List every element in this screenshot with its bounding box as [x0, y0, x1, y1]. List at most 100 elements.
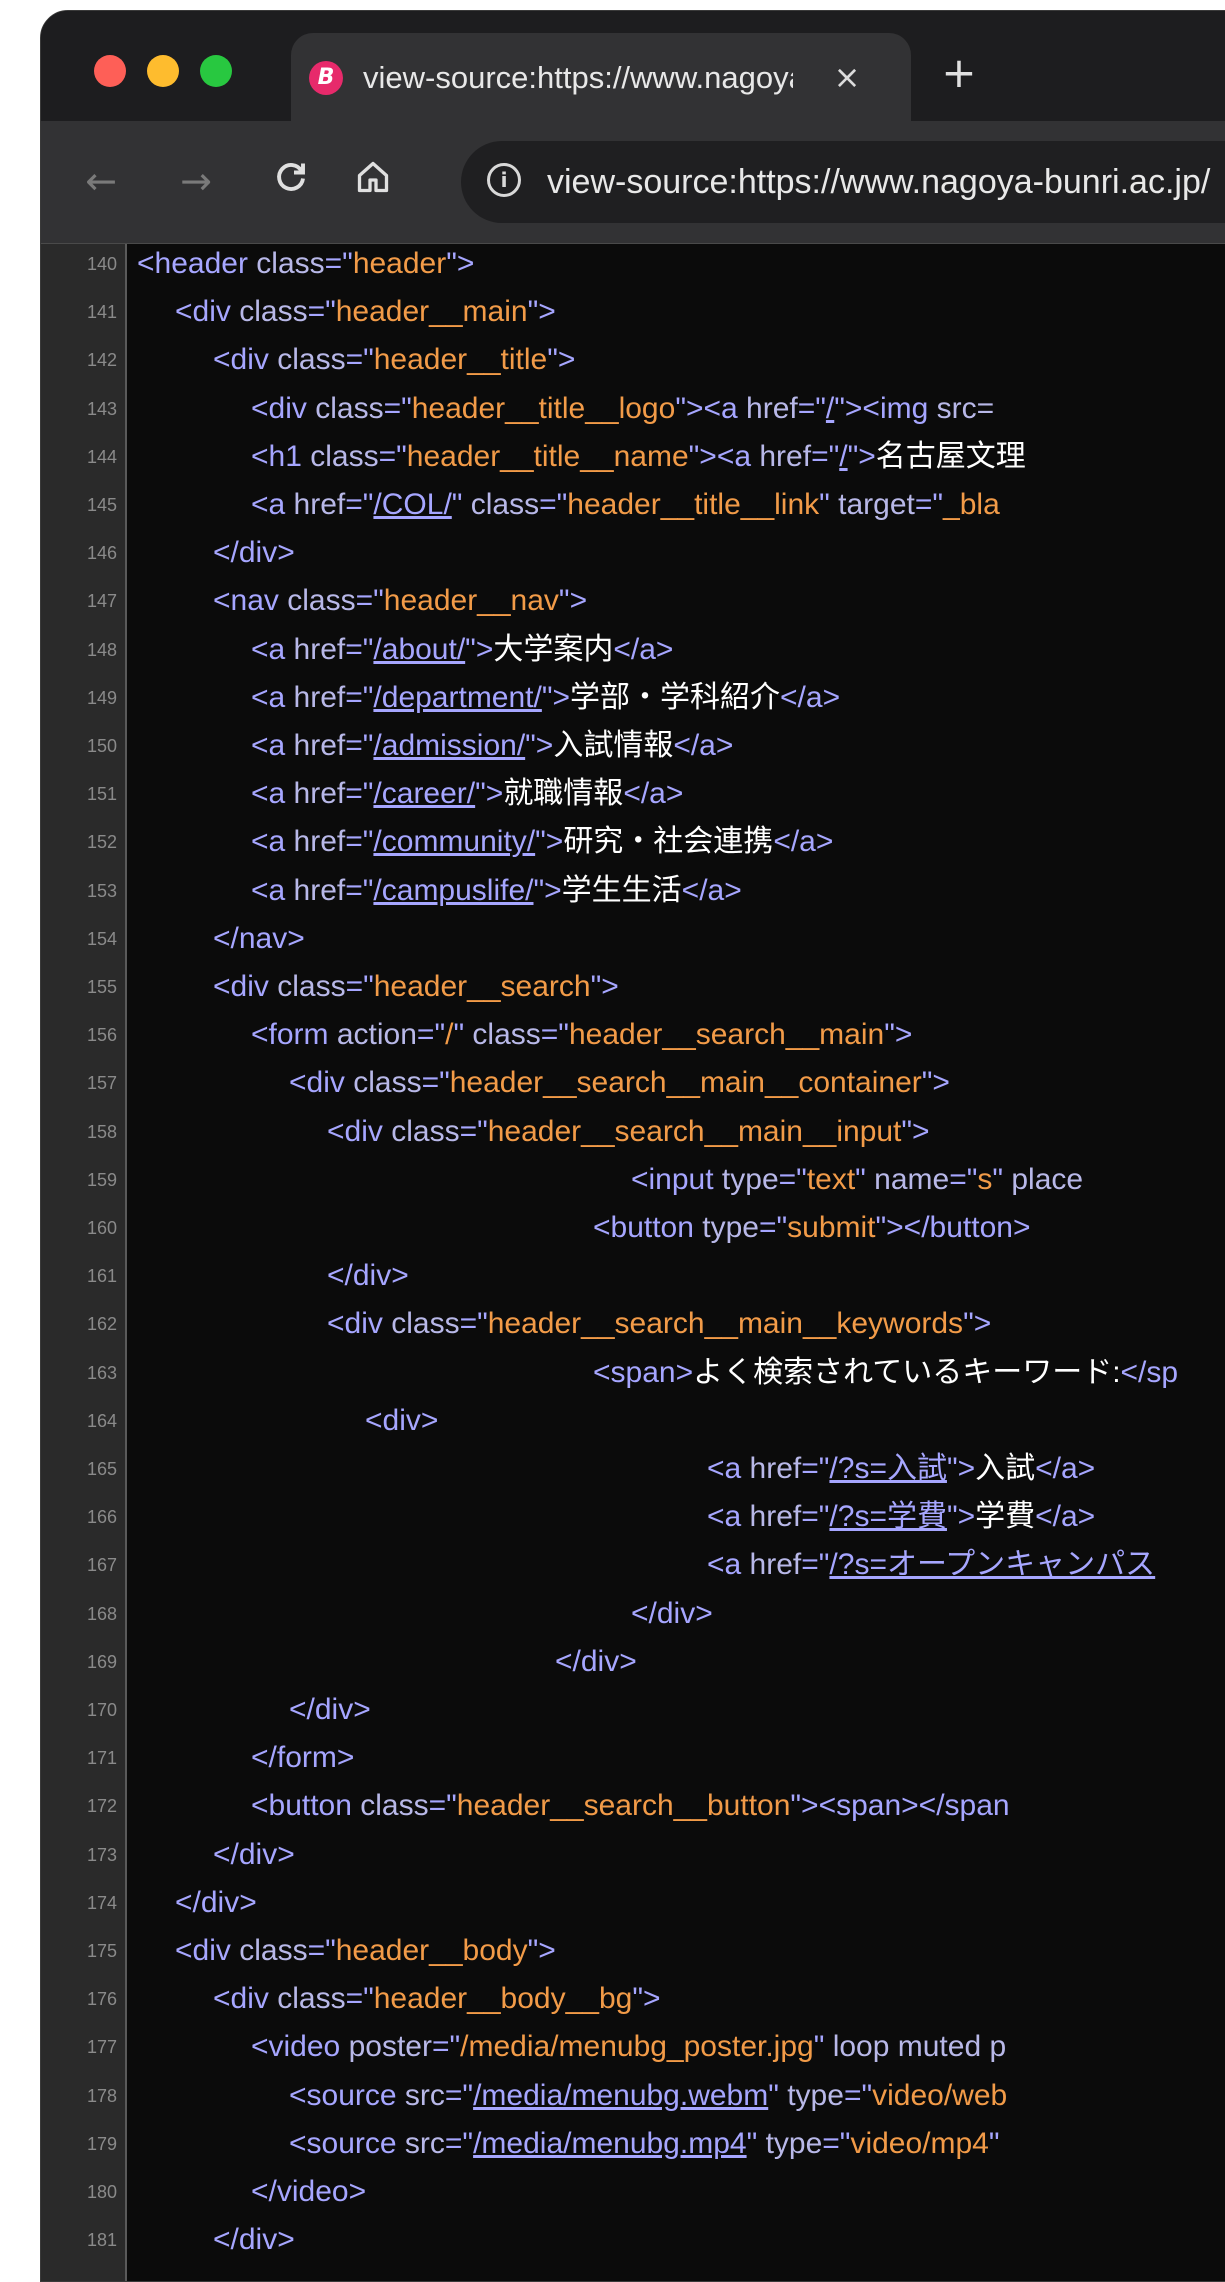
source-link[interactable]: /?s=学費 [829, 1500, 947, 1533]
line-number: 151 [86, 784, 117, 805]
source-link[interactable]: /admission/ [373, 729, 525, 762]
code-token: </div> [213, 2223, 295, 2257]
code-token: class [239, 295, 308, 329]
source-link[interactable]: / [826, 392, 834, 425]
code-token: "><img [834, 391, 937, 425]
code-token: <div [213, 343, 278, 377]
code-token: "><a [675, 391, 747, 425]
source-line: 140 <header class="header"> [41, 240, 1225, 288]
code-token: =" [324, 247, 353, 280]
code-text: <div class="header__search"> [213, 963, 619, 1011]
source-link[interactable]: /community/ [373, 825, 535, 858]
source-link[interactable]: /COL/ [373, 488, 451, 521]
code-token: type [702, 1211, 759, 1244]
reload-button[interactable] [269, 159, 313, 203]
code-token: =" [539, 488, 568, 521]
line-number: 165 [86, 1459, 117, 1479]
info-icon[interactable]: i [487, 163, 521, 197]
code-token: href [293, 873, 346, 907]
code-token: header__search__main__input [487, 1114, 902, 1148]
code-text: <a href="/COL/" class="header__title__li… [251, 481, 1000, 529]
code-token: =" [914, 488, 944, 521]
source-link[interactable]: /department/ [373, 681, 541, 714]
url-text[interactable]: view-source:https://www.nagoya-bunri.ac.… [547, 161, 1210, 203]
new-tab-button[interactable]: + [937, 51, 981, 95]
source-link[interactable]: /career/ [373, 777, 475, 810]
code-token: " [453, 1018, 473, 1052]
close-window-button[interactable] [94, 55, 126, 87]
code-token: <span> [593, 1355, 694, 1389]
code-token: =" [459, 1307, 488, 1341]
code-token: " [855, 1162, 875, 1196]
code-token: href [293, 632, 346, 666]
tab-view-source[interactable]: B view-source:https://www.nagoya-bunri.a… [291, 33, 911, 121]
source-line: 180 </video> [41, 2168, 1225, 2216]
code-token: =" [801, 1452, 830, 1485]
source-line: 153 <a href="/campuslife/">学生生活</a> [41, 867, 1225, 915]
code-token: <div [175, 1934, 240, 1967]
source-link[interactable]: / [839, 440, 847, 473]
source-link[interactable]: /media/menubg.mp4 [473, 2127, 747, 2160]
code-text: <nav class="header__nav"> [213, 577, 587, 625]
source-line: 170 </div> [41, 1686, 1225, 1734]
code-token: 学費 [975, 1500, 1036, 1534]
source-line: 151 <a href="/career/">就職情報</a> [41, 770, 1225, 818]
code-token: 学部・学科紹介 [570, 680, 781, 714]
source-link[interactable]: /?s=入試 [829, 1452, 947, 1485]
address-bar[interactable]: i view-source:https://www.nagoya-bunri.a… [461, 141, 1225, 223]
code-token: =" [444, 2126, 474, 2160]
code-token: header__main [335, 295, 528, 329]
close-icon[interactable]: × [827, 57, 867, 97]
code-token: header [352, 247, 447, 280]
source-link[interactable]: /about/ [373, 633, 465, 666]
code-token: s [977, 1162, 993, 1196]
code-text: <a href="/admission/">入試情報</a> [251, 722, 733, 770]
line-number: 143 [86, 398, 117, 419]
code-token: "> [946, 1500, 976, 1534]
code-token: </div> [289, 1693, 371, 1726]
code-token: 研究・社会連携 [563, 825, 774, 859]
line-number: 167 [86, 1555, 117, 1576]
source-link[interactable]: /media/menubg.webm [473, 2079, 768, 2112]
code-text: <a href="/career/">就職情報</a> [251, 770, 683, 818]
code-token: 大学案内 [493, 632, 614, 666]
code-token: <div> [365, 1403, 439, 1437]
code-text: <div> [365, 1397, 438, 1445]
code-token: <source [289, 2078, 405, 2112]
code-token: =" [421, 1066, 450, 1100]
back-button[interactable]: ← [79, 159, 123, 203]
code-token: =" [431, 2030, 461, 2064]
code-token: "> [475, 777, 504, 811]
code-token: header__search__main__container [449, 1066, 922, 1100]
line-number: 169 [86, 1651, 117, 1672]
code-token: <div [213, 970, 278, 1003]
code-token: </a> [623, 777, 684, 811]
line-number: 173 [86, 1844, 117, 1865]
code-text: <video poster="/media/menubg_poster.jpg"… [251, 2023, 1006, 2071]
brand-b-icon: B [309, 61, 343, 95]
code-token: =" [801, 1500, 830, 1534]
zoom-window-button[interactable] [200, 55, 232, 87]
code-text: <a href="/about/">大学案内</a> [251, 626, 673, 674]
code-token: href [293, 825, 346, 859]
code-token: </a> [1035, 1500, 1096, 1534]
code-token: </a> [681, 873, 742, 907]
minimize-window-button[interactable] [147, 55, 179, 87]
code-token: header__search__main__keywords [487, 1307, 964, 1341]
code-token: </a> [1035, 1452, 1096, 1485]
forward-button[interactable]: → [174, 159, 218, 203]
code-token: "> [901, 1114, 930, 1148]
source-link[interactable]: /?s=オープンキャンパス [829, 1548, 1155, 1581]
code-token: src [404, 2126, 445, 2160]
source-line: 156 <form action="/" class="header__searc… [41, 1011, 1225, 1059]
code-token: "> [884, 1018, 913, 1052]
code-text: </div> [555, 1638, 637, 1686]
source-link[interactable]: /campuslife/ [373, 874, 533, 907]
home-button[interactable] [351, 159, 395, 203]
code-token: class [310, 439, 379, 473]
code-token: /media/menubg_poster.jpg [460, 2030, 814, 2064]
source-line: 171 </form> [41, 1734, 1225, 1782]
code-token: "> [946, 1452, 976, 1485]
code-text: <span>よく検索されているキーワード:</sp [593, 1349, 1178, 1397]
code-token: 就職情報 [503, 777, 624, 811]
